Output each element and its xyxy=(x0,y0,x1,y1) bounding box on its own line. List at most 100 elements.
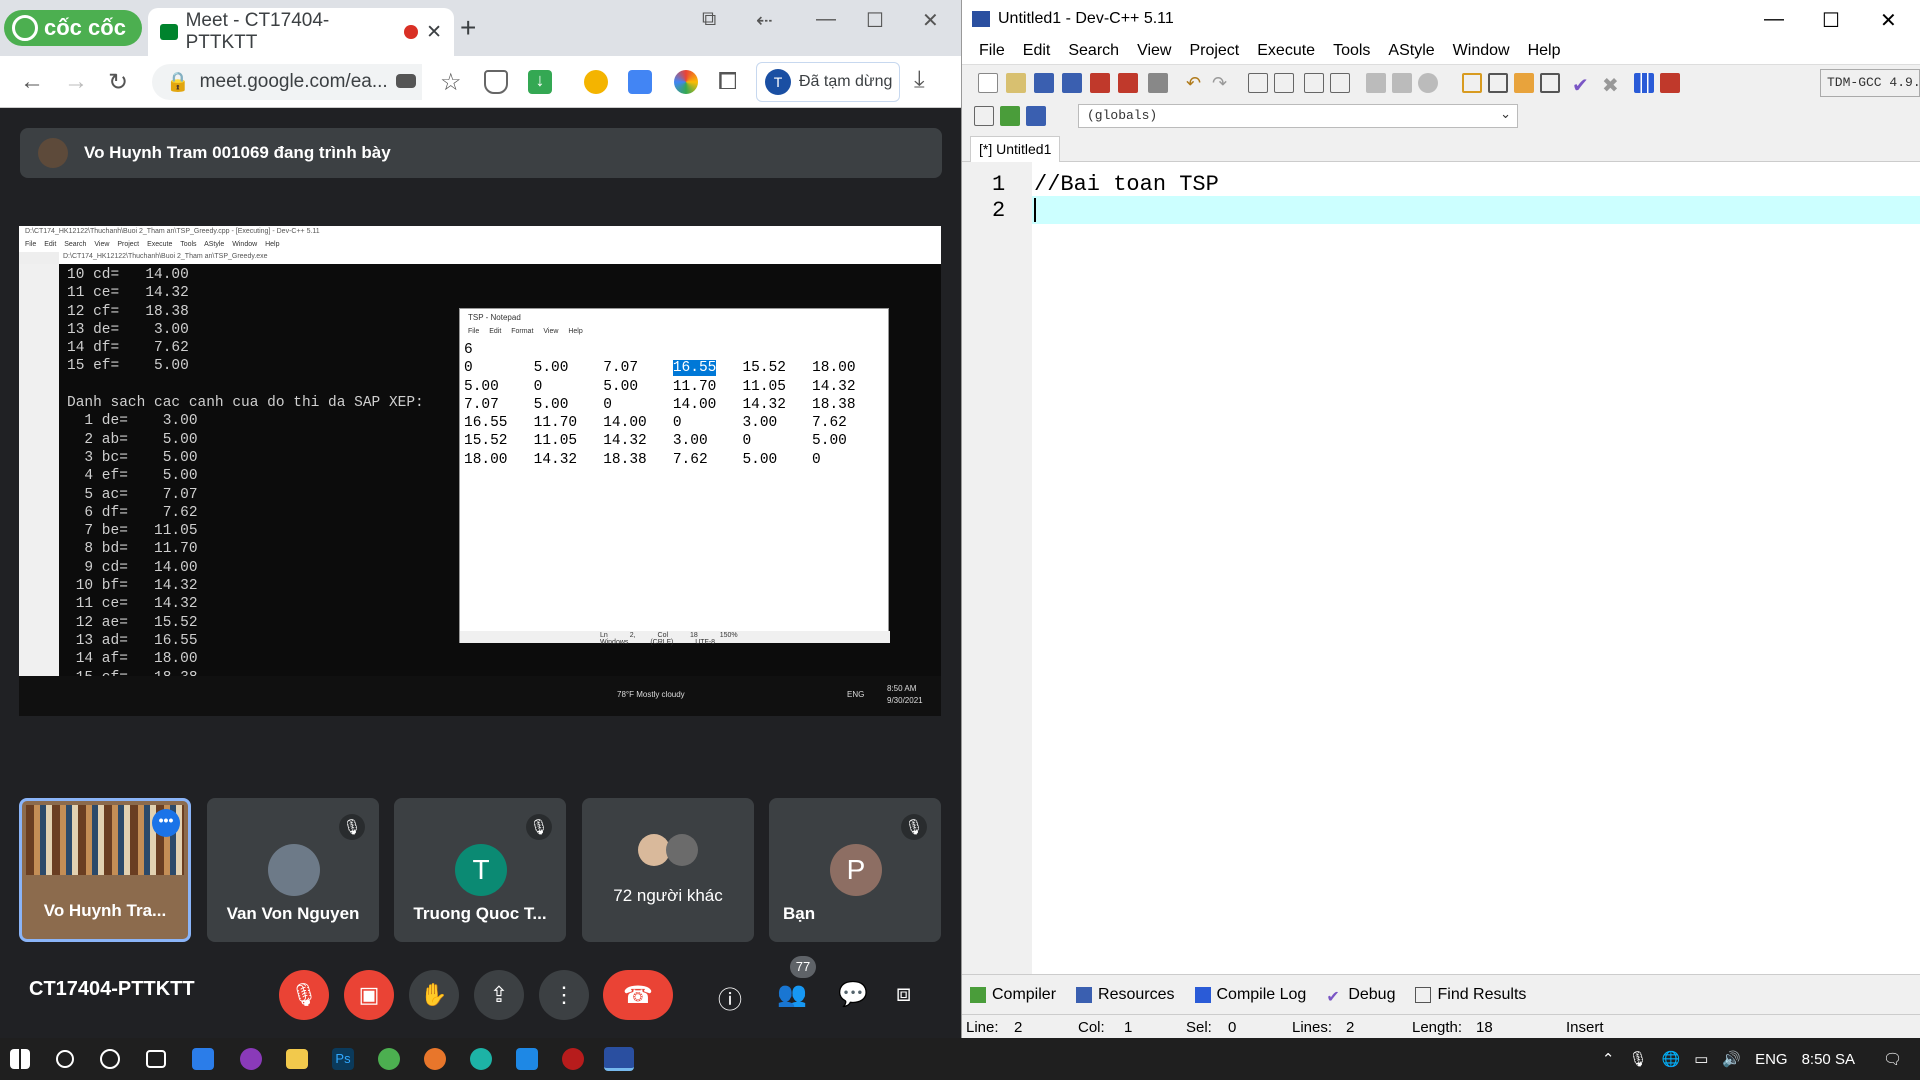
unindent-icon[interactable] xyxy=(1330,73,1350,93)
stop-icon[interactable]: ✖ xyxy=(1602,73,1622,97)
info-icon[interactable]: ⓘ xyxy=(718,980,742,1015)
project-add-icon[interactable] xyxy=(1000,106,1020,126)
star-icon[interactable]: ☆ xyxy=(440,68,462,97)
profile-chart-icon[interactable] xyxy=(1634,73,1654,93)
downloads-icon[interactable]: ⤓ xyxy=(914,66,925,94)
replace-icon[interactable] xyxy=(1274,73,1294,93)
menu-search[interactable]: Search xyxy=(1059,38,1128,64)
print-icon[interactable] xyxy=(1148,73,1168,93)
close-button[interactable]: ✕ xyxy=(922,8,939,33)
new-tab-button[interactable]: + xyxy=(460,12,476,44)
edge-icon[interactable] xyxy=(470,1048,492,1070)
app-icon[interactable] xyxy=(240,1048,262,1070)
reload-icon[interactable]: ↻ xyxy=(108,68,128,97)
task-view-icon[interactable] xyxy=(146,1050,166,1068)
coccoc-taskbar-icon[interactable] xyxy=(378,1048,400,1070)
profile-paused-button[interactable]: T Đã tạm dừng xyxy=(756,62,900,102)
download-ext-icon[interactable]: ↓ xyxy=(528,70,552,94)
indent-icon[interactable] xyxy=(1304,73,1324,93)
cortana-icon[interactable] xyxy=(100,1049,120,1069)
project-options-icon[interactable] xyxy=(1026,106,1046,126)
camera-icon[interactable] xyxy=(396,74,416,88)
class-browser-select[interactable]: (globals) ⌄ xyxy=(1078,104,1518,128)
vscode-icon[interactable] xyxy=(516,1048,538,1070)
project-new-icon[interactable] xyxy=(974,106,994,126)
participant-tile-presenter[interactable]: ••• Vo Huynh Tra... xyxy=(19,798,191,942)
language-indicator[interactable]: ENG xyxy=(1755,1051,1788,1068)
tab-resources[interactable]: Resources xyxy=(1076,986,1175,1004)
close-file-icon[interactable] xyxy=(1090,73,1110,93)
menu-file[interactable]: File xyxy=(970,38,1014,64)
translate-icon[interactable] xyxy=(628,70,652,94)
minimize-button[interactable]: — xyxy=(1764,8,1784,31)
start-icon[interactable] xyxy=(10,1049,30,1069)
maximize-button[interactable]: ☐ xyxy=(1822,8,1840,33)
menu-window[interactable]: Window xyxy=(1444,38,1519,64)
network-icon[interactable]: 🌐 xyxy=(1662,1050,1681,1068)
redo-icon[interactable]: ↷ xyxy=(1212,73,1232,93)
code-line[interactable]: //Bai toan TSP xyxy=(1034,172,1219,197)
notifications-icon[interactable]: 🗨 xyxy=(1883,1050,1902,1068)
goto-back-icon[interactable] xyxy=(1366,73,1386,93)
save-icon[interactable] xyxy=(1034,73,1054,93)
back-arrow-icon[interactable]: ⇠ xyxy=(756,8,773,33)
end-call-button[interactable]: ☎ xyxy=(603,970,673,1020)
todo-icon[interactable] xyxy=(192,1048,214,1070)
grid-icon[interactable] xyxy=(1540,73,1560,93)
close-button[interactable]: ✕ xyxy=(1880,8,1897,33)
app-s-icon[interactable] xyxy=(424,1048,446,1070)
file-explorer-icon[interactable] xyxy=(286,1049,308,1069)
compiler-select[interactable]: TDM-GCC 4.9.2 64-bit Release xyxy=(1820,69,1920,97)
clock[interactable]: 8:50 SA xyxy=(1802,1051,1855,1068)
window-icon[interactable] xyxy=(1514,73,1534,93)
chevron-up-icon[interactable]: ⌃ xyxy=(1602,1050,1615,1068)
more-button[interactable]: ⋮ xyxy=(539,970,589,1020)
open-icon[interactable] xyxy=(1006,73,1026,93)
save-all-icon[interactable] xyxy=(1062,73,1082,93)
microphone-icon[interactable]: 🎙 xyxy=(1628,1050,1647,1068)
battery-icon[interactable]: ▭ xyxy=(1694,1050,1708,1068)
people-icon[interactable]: 👥 xyxy=(777,980,807,1009)
chat-icon[interactable]: 💬 xyxy=(838,980,868,1009)
menu-project[interactable]: Project xyxy=(1180,38,1248,64)
search-icon[interactable] xyxy=(56,1050,74,1068)
more-options-icon[interactable]: ••• xyxy=(152,809,180,837)
app-red-icon[interactable] xyxy=(562,1048,584,1070)
menu-astyle[interactable]: AStyle xyxy=(1379,38,1443,64)
maximize-button[interactable]: ☐ xyxy=(866,8,884,33)
menu-view[interactable]: View xyxy=(1128,38,1180,64)
participant-tile[interactable]: 🎙 Van Von Nguyen xyxy=(207,798,379,942)
tab-untitled1[interactable]: [*] Untitled1 xyxy=(970,136,1061,162)
color-extension-icon[interactable] xyxy=(674,70,698,94)
code-editor[interactable]: 1 2 //Bai toan TSP xyxy=(962,162,1920,974)
new-file-icon[interactable] xyxy=(978,73,998,93)
fullscreen-icon[interactable] xyxy=(1488,73,1508,93)
participant-tile[interactable]: 🎙 T Truong Quoc T... xyxy=(394,798,566,942)
shield-icon[interactable] xyxy=(484,70,508,94)
goto-forward-icon[interactable] xyxy=(1392,73,1412,93)
tab-meet[interactable]: Meet - CT17404-PTTKTT ✕ xyxy=(148,8,454,56)
close-all-icon[interactable] xyxy=(1118,73,1138,93)
tab-compile-log[interactable]: Compile Log xyxy=(1194,986,1306,1004)
tab-find-results[interactable]: Find Results xyxy=(1415,986,1526,1004)
debug-icon[interactable] xyxy=(1660,73,1680,93)
menu-execute[interactable]: Execute xyxy=(1248,38,1324,64)
cast-icon[interactable]: ⧉ xyxy=(702,8,716,31)
mic-toggle-button[interactable]: 🎙 xyxy=(279,970,329,1020)
undo-icon[interactable]: ↶ xyxy=(1186,73,1206,93)
extension-chrome-icon[interactable] xyxy=(584,70,608,94)
url-field[interactable]: 🔒 meet.google.com/ea... xyxy=(152,64,422,100)
forward-icon[interactable]: → xyxy=(64,68,88,96)
puzzle-icon[interactable]: ⧠ xyxy=(718,68,737,96)
check-syntax-icon[interactable]: ✔ xyxy=(1572,73,1592,97)
photoshop-icon[interactable]: Ps xyxy=(332,1048,354,1070)
coccoc-logo[interactable]: cốc cốc xyxy=(4,10,142,46)
participant-tile-self[interactable]: 🎙 P Bạn xyxy=(769,798,941,942)
camera-toggle-button[interactable]: ▣ xyxy=(344,970,394,1020)
tab-compiler[interactable]: Compiler xyxy=(970,986,1056,1004)
menu-tools[interactable]: Tools xyxy=(1324,38,1379,64)
present-button[interactable]: ⇪ xyxy=(474,970,524,1020)
menu-edit[interactable]: Edit xyxy=(1014,38,1060,64)
minimize-button[interactable]: — xyxy=(816,8,836,31)
find-icon[interactable] xyxy=(1248,73,1268,93)
